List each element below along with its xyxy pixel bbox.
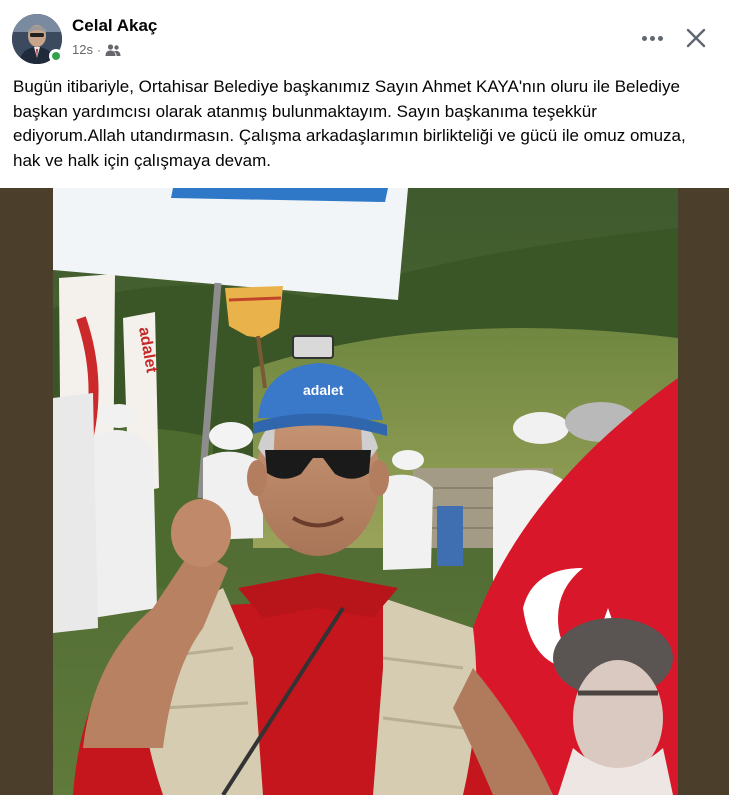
post-time[interactable]: 12s [72, 42, 93, 57]
author-name[interactable]: Celal Akaç [72, 16, 157, 36]
photo-image[interactable]: adalet adalet [53, 188, 678, 795]
author-avatar[interactable] [12, 14, 63, 64]
post-card: Celal Akaç 12s · Bugün itibariyle, Ortah… [0, 0, 729, 795]
friends-icon[interactable] [105, 43, 121, 57]
photo-letterbox-left [0, 188, 53, 795]
cap-text: adalet [303, 382, 344, 398]
meta-separator: · [96, 42, 101, 57]
close-button[interactable] [678, 20, 714, 56]
online-status-dot [49, 49, 63, 63]
more-dot [641, 35, 647, 41]
more-dot [649, 35, 655, 41]
more-dot [657, 35, 663, 41]
photo-letterbox-right [678, 188, 729, 795]
post-meta: 12s · [72, 42, 121, 57]
post-message: Bugün itibariyle, Ortahisar Belediye baş… [13, 77, 686, 170]
post-header: Celal Akaç 12s · [0, 0, 729, 70]
close-icon [686, 28, 706, 48]
post-photo[interactable]: adalet adalet [0, 188, 729, 795]
more-options-button[interactable] [634, 22, 670, 54]
